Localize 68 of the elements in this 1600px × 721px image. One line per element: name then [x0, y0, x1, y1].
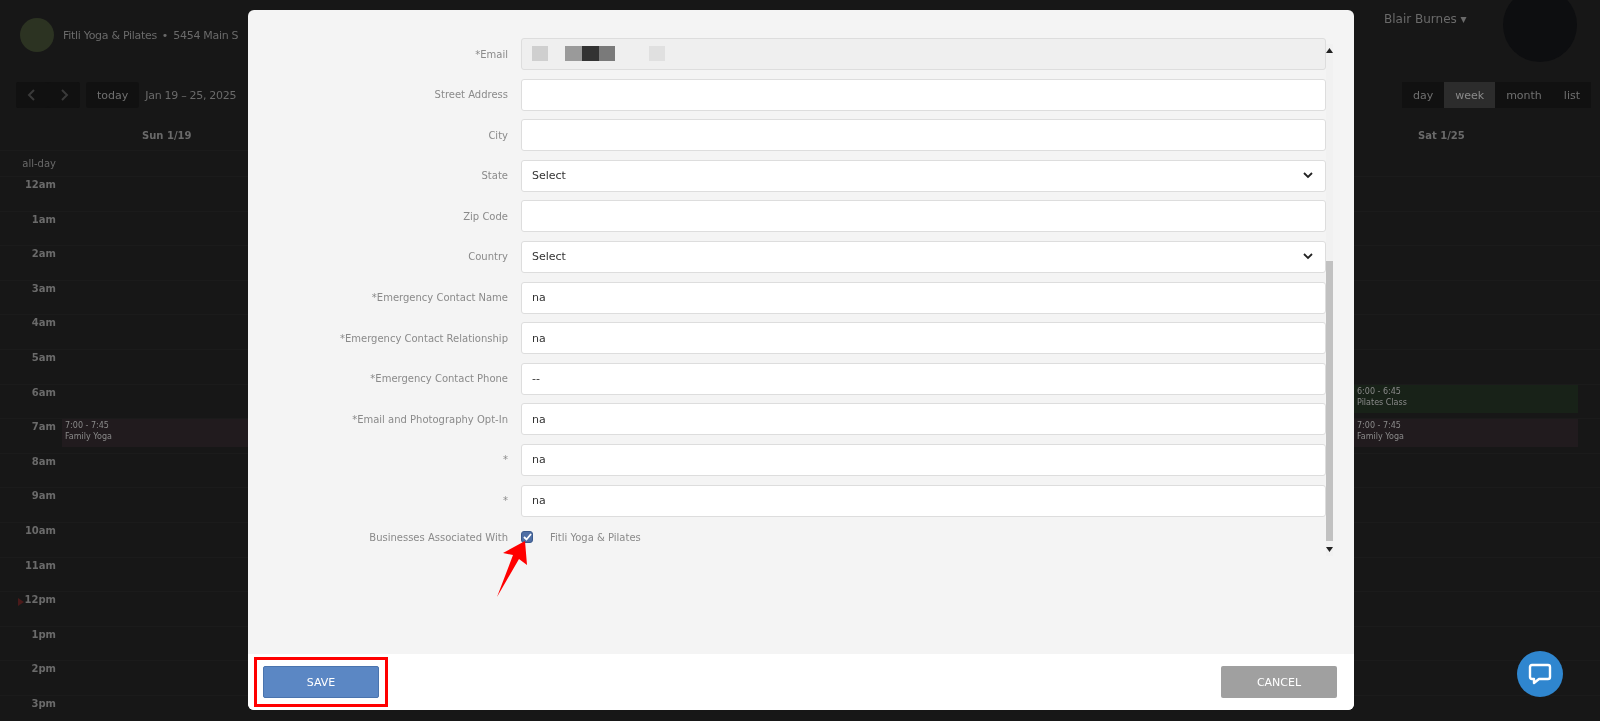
- input-field[interactable]: [521, 78, 1326, 111]
- user-name[interactable]: Blair Burnes ▾: [1384, 12, 1467, 26]
- calendar-event[interactable]: 6:00 - 6:45 Pilates Class: [1354, 384, 1578, 413]
- time-label: 4am: [31, 317, 56, 329]
- time-label: 9am: [31, 490, 56, 502]
- time-label: 10am: [24, 524, 56, 536]
- chevron-down-icon: [1303, 172, 1313, 180]
- time-label: 12pm: [24, 594, 56, 606]
- input-field[interactable]: na: [521, 484, 1326, 517]
- all-day-label: all-day: [21, 158, 56, 169]
- input-field[interactable]: [521, 119, 1326, 152]
- time-label: 6am: [31, 386, 56, 398]
- input-field[interactable]: --: [521, 362, 1326, 395]
- select-field[interactable]: Select: [521, 240, 1326, 273]
- select-field[interactable]: Select: [521, 159, 1326, 192]
- field-label: *Emergency Contact Phone: [369, 373, 508, 385]
- save-button[interactable]: SAVE: [263, 666, 379, 698]
- field-label: State: [480, 170, 508, 182]
- input-field[interactable]: na: [521, 443, 1326, 476]
- calendar-event[interactable]: 7:00 - 7:45 Family Yoga: [1354, 419, 1578, 448]
- field-label: *Emergency Contact Relationship: [338, 332, 508, 344]
- field-label: *Email: [474, 48, 508, 60]
- time-label: 8am: [31, 455, 56, 467]
- input-field[interactable]: [521, 200, 1326, 233]
- today-button[interactable]: today: [86, 82, 140, 108]
- checkbox-label[interactable]: Fitli Yoga & Pilates: [550, 531, 641, 543]
- calendar-event[interactable]: 7:00 - 7:45 Family Yoga: [62, 419, 248, 448]
- time-label: 2am: [31, 248, 56, 260]
- business-address: 5454 Main S: [173, 28, 239, 42]
- day-header: Sun 1/19: [142, 129, 192, 141]
- time-label: 5am: [31, 351, 56, 363]
- input-field[interactable]: na: [521, 403, 1326, 436]
- day-header: Sat 1/25: [1418, 129, 1465, 141]
- time-label: 11am: [24, 559, 56, 571]
- field-label: Zip Code: [462, 210, 508, 222]
- chat-button[interactable]: [1517, 651, 1563, 697]
- field-label: *Emergency Contact Name: [370, 292, 508, 304]
- chat-bubble-icon: [1528, 662, 1552, 686]
- date-range: Jan 19 – 25, 2025: [145, 88, 237, 102]
- input-field[interactable]: na: [521, 322, 1326, 355]
- checkbox[interactable]: [521, 531, 533, 544]
- field-label: *Email and Photography Opt-In: [351, 413, 508, 425]
- view-tab[interactable]: week: [1444, 82, 1496, 108]
- time-label: 12am: [24, 179, 56, 190]
- input-field[interactable]: na: [521, 281, 1326, 314]
- chevron-left-icon: [27, 89, 37, 101]
- view-tab[interactable]: day: [1402, 82, 1445, 108]
- separator-dot: •: [161, 28, 169, 42]
- chevron-right-icon: [59, 89, 69, 101]
- view-tab[interactable]: list: [1552, 82, 1591, 108]
- time-label: 7am: [31, 421, 56, 433]
- scroll-up-icon[interactable]: [1326, 48, 1333, 53]
- view-tab[interactable]: month: [1495, 82, 1553, 108]
- time-label: 1am: [31, 213, 56, 225]
- scroll-down-icon[interactable]: [1326, 547, 1333, 552]
- business-name: Fitli Yoga & Pilates: [63, 28, 157, 42]
- field-label: Businesses Associated With: [368, 531, 508, 543]
- field-label: Country: [467, 251, 508, 263]
- time-label: 1pm: [31, 628, 56, 640]
- field-label: City: [487, 129, 508, 141]
- chevron-down-icon: [1303, 253, 1313, 261]
- time-label: 3pm: [31, 697, 56, 709]
- logo-circle: [20, 18, 54, 52]
- time-label: 2pm: [31, 663, 56, 675]
- field-label: *: [502, 495, 508, 507]
- field-label: *: [502, 454, 508, 466]
- field-label: Street Address: [433, 89, 508, 101]
- time-label: 3am: [31, 282, 56, 294]
